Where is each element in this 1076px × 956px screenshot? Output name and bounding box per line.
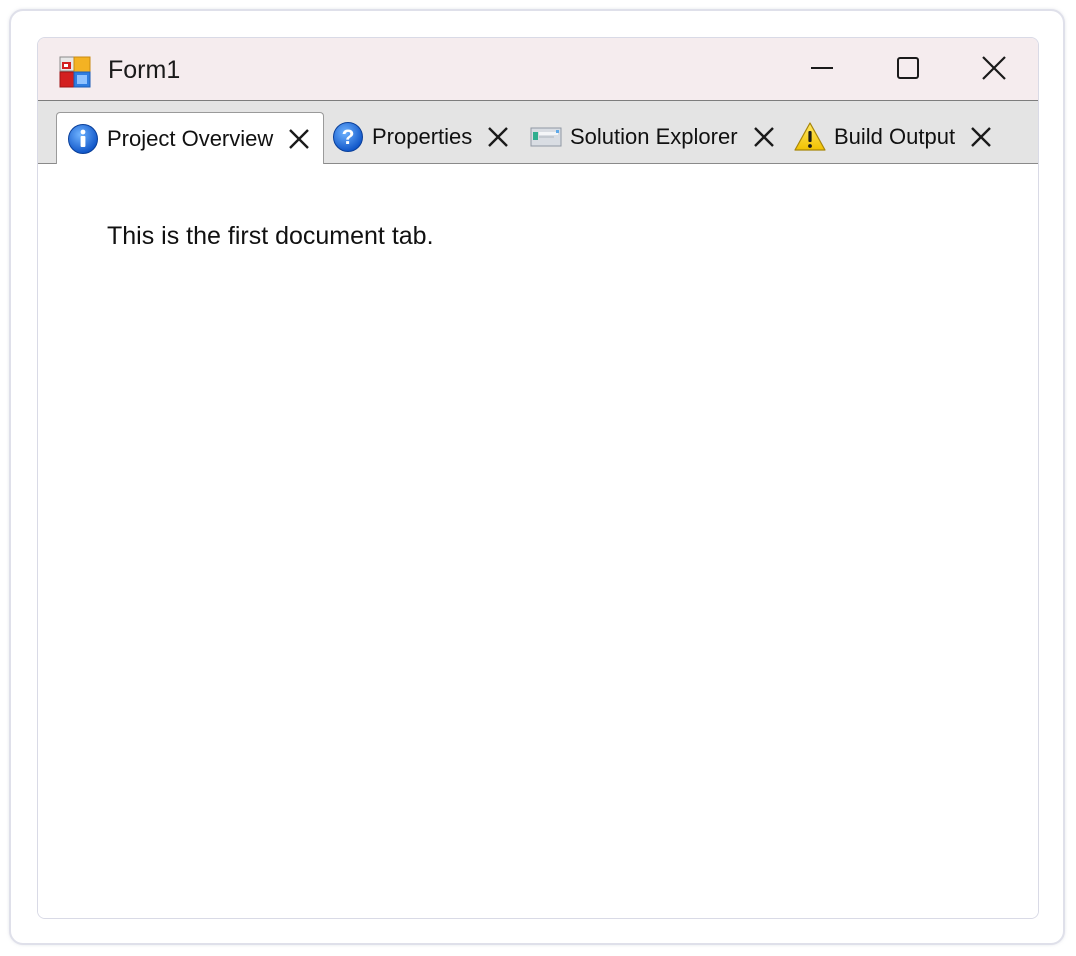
close-icon — [753, 127, 774, 147]
warning-icon — [794, 122, 826, 151]
close-icon — [982, 56, 1006, 80]
close-icon — [289, 128, 310, 149]
tab-label: Solution Explorer — [570, 124, 738, 149]
tab-label: Build Output — [834, 124, 956, 149]
tab-close-button[interactable] — [486, 125, 510, 149]
title-bar[interactable]: Form1 — [38, 38, 1038, 101]
close-button[interactable] — [972, 50, 1016, 86]
tab-properties[interactable]: ? Properties — [332, 112, 512, 162]
window-icon — [530, 127, 562, 147]
close-icon — [488, 127, 509, 147]
tab-project-overview[interactable]: Project Overview — [56, 112, 324, 164]
minimize-button[interactable] — [800, 50, 844, 86]
tab-solution-explorer[interactable]: Solution Explorer — [530, 112, 780, 162]
window-title: Form1 — [108, 56, 181, 84]
help-icon: ? — [333, 122, 363, 152]
tab-close-button[interactable] — [752, 125, 776, 149]
maximize-button[interactable] — [886, 50, 930, 86]
tab-content-panel: This is the first document tab. — [38, 164, 1038, 918]
tab-close-button[interactable] — [287, 127, 311, 151]
windows-form-icon — [59, 56, 91, 88]
tab-build-output[interactable]: Build Output — [794, 112, 994, 162]
minimize-icon — [811, 67, 833, 69]
app-window: Form1 Project Overview ? Properties Solu… — [37, 37, 1039, 919]
tab-close-button[interactable] — [969, 125, 993, 149]
tab-label: Project Overview — [107, 125, 274, 151]
tab-strip: Project Overview ? Properties Solution E… — [38, 101, 1038, 164]
document-text: This is the first document tab. — [107, 222, 434, 250]
tab-label: Properties — [372, 124, 473, 149]
svg-text:?: ? — [342, 126, 355, 149]
close-icon — [971, 127, 991, 147]
maximize-icon — [897, 57, 919, 79]
info-icon — [68, 123, 98, 154]
